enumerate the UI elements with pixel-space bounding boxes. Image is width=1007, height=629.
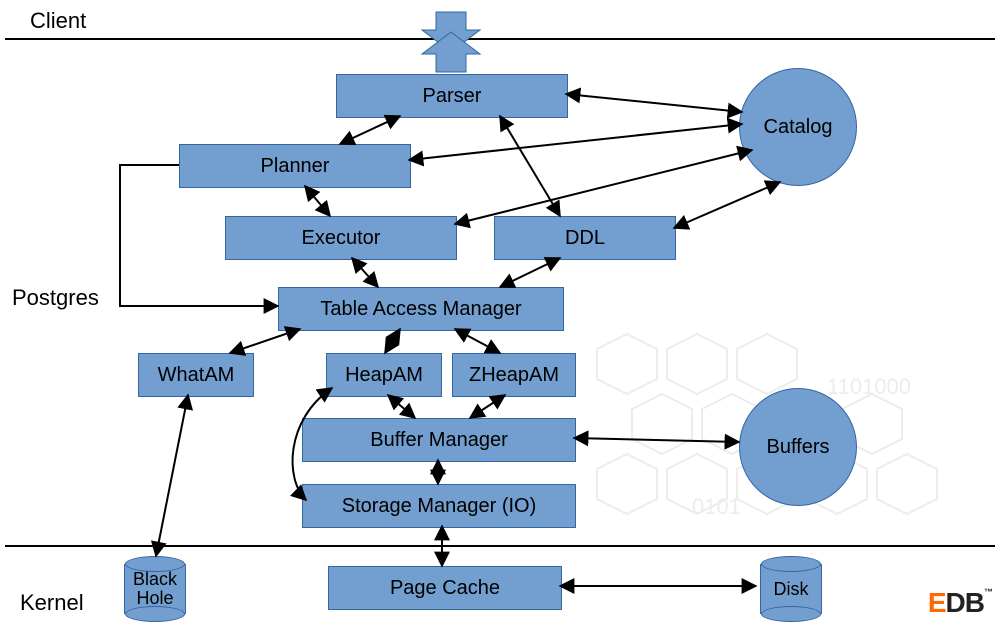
node-parser-label: Parser bbox=[423, 86, 482, 107]
section-postgres-label: Postgres bbox=[12, 285, 99, 311]
node-ddl: DDL bbox=[494, 216, 676, 260]
node-pagecache: Page Cache bbox=[328, 566, 562, 610]
brand-db: DB bbox=[946, 587, 984, 618]
big-arrow-icon bbox=[422, 12, 480, 72]
node-catalog: Catalog bbox=[739, 68, 857, 186]
brand-e: E bbox=[928, 587, 946, 618]
node-whatam: WhatAM bbox=[138, 353, 254, 397]
node-blackhole-label: Black Hole bbox=[133, 570, 177, 608]
section-client-label: Client bbox=[30, 8, 86, 34]
node-blackhole: Black Hole bbox=[124, 564, 186, 614]
separator-postgres-kernel bbox=[5, 545, 995, 547]
section-kernel-label: Kernel bbox=[20, 590, 84, 616]
diagram-stage: 1101000 0101 Client Postgres Kernel Pars… bbox=[0, 0, 1007, 629]
brand-tm: ™ bbox=[984, 587, 992, 597]
node-tam: Table Access Manager bbox=[278, 287, 564, 331]
brand-logo: EDB™ bbox=[928, 587, 992, 619]
svg-text:0101: 0101 bbox=[692, 494, 741, 519]
node-pagecache-label: Page Cache bbox=[390, 578, 500, 599]
node-ddl-label: DDL bbox=[565, 228, 605, 249]
node-executor: Executor bbox=[225, 216, 457, 260]
node-tam-label: Table Access Manager bbox=[320, 299, 521, 320]
node-smgr: Storage Manager (IO) bbox=[302, 484, 576, 528]
node-zheapam: ZHeapAM bbox=[452, 353, 576, 397]
node-smgr-label: Storage Manager (IO) bbox=[342, 496, 537, 517]
node-bufmgr: Buffer Manager bbox=[302, 418, 576, 462]
node-bufmgr-label: Buffer Manager bbox=[370, 430, 508, 451]
node-buffers: Buffers bbox=[739, 388, 857, 506]
node-zheapam-label: ZHeapAM bbox=[469, 365, 559, 386]
node-planner: Planner bbox=[179, 144, 411, 188]
node-catalog-label: Catalog bbox=[764, 117, 833, 138]
node-disk-label: Disk bbox=[774, 580, 809, 599]
separator-client-postgres bbox=[5, 38, 995, 40]
node-heapam: HeapAM bbox=[326, 353, 442, 397]
node-whatam-label: WhatAM bbox=[158, 365, 235, 386]
node-planner-label: Planner bbox=[261, 156, 330, 177]
node-buffers-label: Buffers bbox=[767, 437, 830, 458]
svg-text:1101000: 1101000 bbox=[827, 374, 911, 399]
node-heapam-label: HeapAM bbox=[345, 365, 423, 386]
node-parser: Parser bbox=[336, 74, 568, 118]
node-executor-label: Executor bbox=[302, 228, 381, 249]
node-disk: Disk bbox=[760, 564, 822, 614]
